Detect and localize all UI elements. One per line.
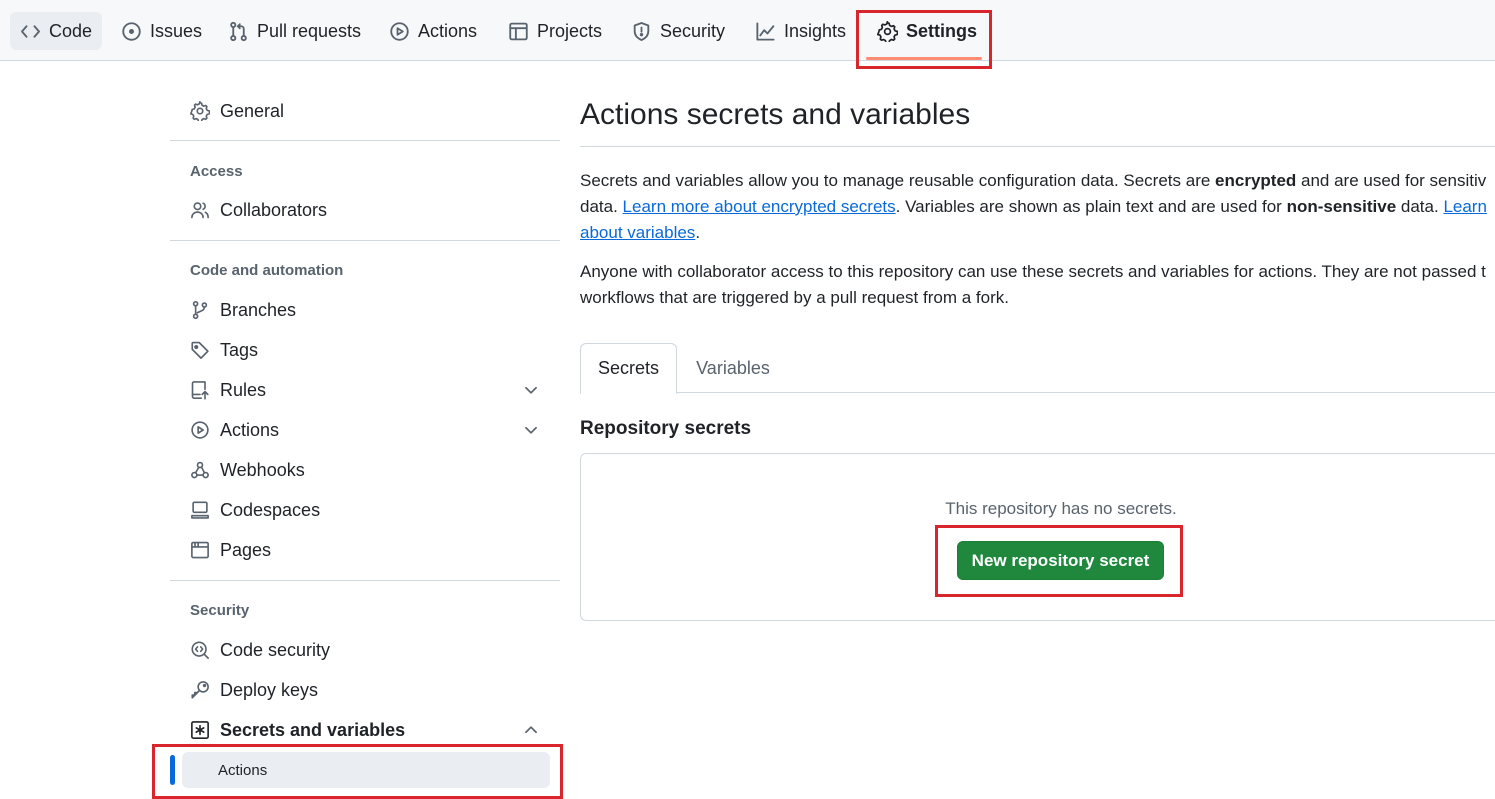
- asterisk-box-icon: [191, 721, 209, 739]
- sidebar-item-label: Pages: [220, 539, 272, 560]
- sidebar-item-label: Webhooks: [220, 459, 305, 480]
- description-line-2: data. Learn more about encrypted secrets…: [580, 194, 1495, 220]
- nav-tab-label: Security: [660, 20, 726, 41]
- play-icon: [191, 421, 209, 439]
- sidebar-item-label: Actions: [220, 419, 280, 440]
- sidebar-item-code-security[interactable]: Code security: [170, 632, 560, 668]
- sidebar-item-label: Secrets and variables: [220, 719, 406, 740]
- repository-secrets-heading: Repository secrets: [580, 418, 752, 439]
- webhook-icon: [191, 461, 209, 479]
- sidebar-item-label: Code security: [220, 639, 331, 660]
- sidebar-item-label: Tags: [220, 339, 259, 360]
- nav-tab-label: Issues: [150, 20, 203, 41]
- sidebar-item-webhooks[interactable]: Webhooks: [170, 452, 560, 488]
- sidebar-item-label: Branches: [220, 299, 297, 320]
- nav-tab-label: Settings: [906, 20, 978, 41]
- chevron-down-icon[interactable]: [522, 381, 540, 399]
- sidebar-item-rules[interactable]: Rules: [170, 372, 560, 408]
- sidebar-item-label: Rules: [220, 379, 267, 400]
- empty-state-text: This repository has no secrets.: [945, 499, 1177, 518]
- description-text: data.: [1396, 197, 1444, 216]
- secrets-list-box: This repository has no secrets. New repo…: [580, 453, 1495, 621]
- sidebar-heading-access: Access: [190, 163, 243, 180]
- active-tab-underline: [866, 57, 982, 60]
- sidebar-item-codespaces[interactable]: Codespaces: [170, 492, 560, 528]
- description-text: Secrets and variables allow you to manag…: [580, 171, 1216, 190]
- table-icon: [509, 22, 528, 40]
- browser-icon: [191, 541, 209, 559]
- graph-icon: [756, 21, 775, 41]
- nav-tab-label: Code: [49, 20, 93, 41]
- sidebar-item-label: Codespaces: [220, 499, 321, 520]
- learn-more-encrypted-secrets-link[interactable]: Learn more about encrypted secrets: [623, 197, 896, 216]
- learn-more-variables-link[interactable]: Learn: [1443, 197, 1486, 216]
- nav-tab-issues[interactable]: Issues: [111, 12, 212, 50]
- nav-tab-code[interactable]: Code: [10, 12, 103, 50]
- new-repository-secret-button[interactable]: New repository secret: [957, 541, 1164, 580]
- sidebar-item-deploy-keys[interactable]: Deploy keys: [170, 672, 560, 708]
- sidebar-item-actions[interactable]: Actions: [170, 412, 560, 448]
- nav-tab-label: Pull requests: [257, 20, 362, 41]
- issue-opened-icon: [122, 21, 141, 41]
- nav-tab-actions[interactable]: Actions: [379, 12, 487, 50]
- secrets-variables-tabs: Secrets Variables: [580, 343, 1495, 394]
- description-emphasis: encrypted: [1215, 171, 1297, 190]
- description-text: data.: [580, 197, 623, 216]
- code-icon: [21, 24, 40, 38]
- description-emphasis: non-sensitive: [1286, 197, 1397, 216]
- sidebar-divider: [170, 580, 560, 581]
- description-line-4: Anyone with collaborator access to this …: [580, 262, 1486, 281]
- git-pull-request-icon: [230, 21, 247, 41]
- active-indicator-bar: [170, 755, 175, 785]
- sidebar-heading-security: Security: [190, 602, 250, 619]
- tab-secrets[interactable]: Secrets: [580, 343, 677, 394]
- chevron-up-icon[interactable]: [522, 721, 540, 739]
- gear-icon: [190, 101, 210, 121]
- people-icon: [191, 202, 209, 219]
- sidebar-item-collaborators[interactable]: Collaborators: [170, 192, 560, 228]
- gear-icon: [877, 20, 898, 42]
- tag-icon: [191, 341, 209, 359]
- learn-more-variables-link-cont[interactable]: about variables: [580, 223, 695, 242]
- shield-icon: [633, 21, 650, 41]
- sidebar-subitem-secrets-actions[interactable]: Actions: [182, 752, 550, 788]
- description-text: .: [695, 223, 701, 242]
- nav-tab-projects[interactable]: Projects: [498, 12, 612, 50]
- description-text: and are used for sensitiv: [1296, 171, 1487, 190]
- nav-tab-label: Actions: [418, 20, 478, 41]
- sidebar-item-secrets-and-variables[interactable]: Secrets and variables: [170, 712, 560, 748]
- sidebar-divider: [170, 240, 560, 241]
- nav-tab-security[interactable]: Security: [621, 12, 735, 50]
- page-title: Actions secrets and variables: [580, 98, 971, 131]
- sidebar-divider: [170, 140, 560, 141]
- nav-tab-label: Projects: [537, 20, 603, 41]
- codescan-icon: [191, 641, 209, 659]
- play-icon: [390, 21, 409, 41]
- nav-tab-settings[interactable]: Settings: [867, 12, 987, 50]
- sidebar-item-label: Collaborators: [220, 199, 328, 220]
- tab-variables[interactable]: Variables: [686, 343, 780, 393]
- codespaces-icon: [191, 501, 209, 519]
- sidebar-item-label: General: [220, 100, 285, 121]
- git-branch-icon: [192, 300, 208, 320]
- title-divider: [580, 146, 1495, 147]
- description-line-1: Secrets and variables allow you to manag…: [580, 168, 1495, 194]
- sidebar-item-pages[interactable]: Pages: [170, 532, 560, 568]
- key-icon: [191, 681, 209, 699]
- description-text: . Variables are shown as plain text and …: [895, 197, 1287, 216]
- sidebar-heading-code-and-automation: Code and automation: [190, 262, 344, 279]
- description-line-3: about variables.: [580, 220, 1495, 246]
- sidebar-item-general[interactable]: General: [170, 93, 560, 129]
- repo-push-icon: [191, 381, 209, 400]
- description-line-5: workflows that are triggered by a pull r…: [580, 288, 1009, 307]
- nav-tab-pull-requests[interactable]: Pull requests: [218, 12, 371, 50]
- chevron-down-icon[interactable]: [522, 421, 540, 439]
- nav-tab-label: Insights: [784, 20, 847, 41]
- nav-tab-insights[interactable]: Insights: [745, 12, 856, 50]
- sidebar-item-tags[interactable]: Tags: [170, 332, 560, 368]
- sidebar-item-label: Deploy keys: [220, 679, 319, 700]
- repo-nav-bar: Code Issues Pull requests Actions Projec…: [0, 0, 1495, 61]
- sidebar-item-branches[interactable]: Branches: [170, 292, 560, 328]
